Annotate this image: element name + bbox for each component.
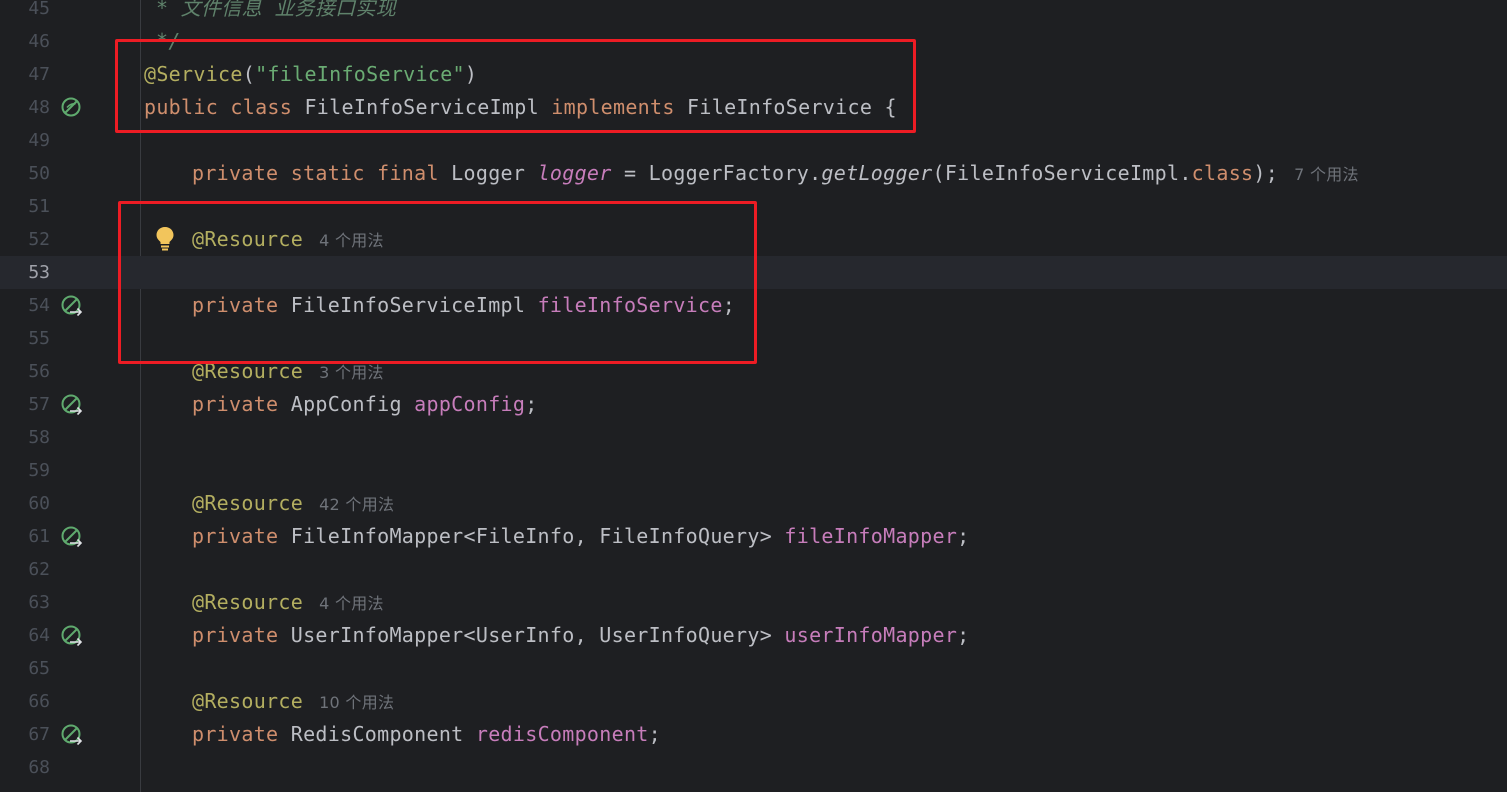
line-number: 54	[28, 295, 50, 316]
resource-annotation: @Resource	[192, 590, 304, 614]
line-number: 52	[28, 229, 50, 250]
code-line[interactable]: 50 private static final Logger logger = …	[0, 157, 1507, 190]
line-number: 53	[28, 262, 50, 283]
code-line[interactable]: 66 @Resource 10 个用法	[0, 685, 1507, 718]
line-number: 46	[28, 31, 50, 52]
line-number: 55	[28, 328, 50, 349]
spring-bean-icon[interactable]	[60, 294, 84, 318]
usage-hint[interactable]: 7 个用法	[1294, 165, 1359, 184]
usage-hint[interactable]: 42 个用法	[319, 495, 394, 514]
field-name: redisComponent	[475, 722, 649, 746]
code-line[interactable]: 65	[0, 652, 1507, 685]
code-line[interactable]: 58	[0, 421, 1507, 454]
code-line[interactable]: 64 private UserInfoMapper<UserInfo, User…	[0, 619, 1507, 652]
line-number: 67	[28, 724, 50, 745]
line-number: 51	[28, 196, 50, 217]
line-number: 57	[28, 394, 50, 415]
spring-bean-icon[interactable]	[60, 393, 84, 417]
code-line[interactable]: 57 private AppConfig appConfig;	[0, 388, 1507, 421]
field-declaration: private RedisComponent redisComponent;	[192, 722, 661, 746]
line-number: 62	[28, 559, 50, 580]
line-number: 58	[28, 427, 50, 448]
code-line[interactable]: 63 @Resource 4 个用法	[0, 586, 1507, 619]
spring-bean-icon[interactable]	[60, 723, 84, 747]
line-number: 59	[28, 460, 50, 481]
line-number: 68	[28, 757, 50, 778]
highlight-box-resource-field	[118, 201, 757, 364]
logger-field: logger	[537, 161, 612, 185]
code-line[interactable]: 60 @Resource 42 个用法	[0, 487, 1507, 520]
line-number: 49	[28, 130, 50, 151]
resource-annotation-line: @Resource 42 个用法	[192, 487, 394, 520]
usage-hint[interactable]: 3 个用法	[319, 363, 384, 382]
line-number: 61	[28, 526, 50, 547]
code-line[interactable]: 62	[0, 553, 1507, 586]
code-editor[interactable]: 45 * 文件信息 业务接口实现 46 */ 47 @Service("file…	[0, 0, 1507, 792]
highlight-box-class-declaration	[115, 39, 916, 133]
logger-declaration: private static final Logger logger = Log…	[192, 161, 1359, 185]
line-number: 66	[28, 691, 50, 712]
line-number: 47	[28, 64, 50, 85]
field-name: fileInfoMapper	[784, 524, 958, 548]
spring-bean-icon[interactable]	[60, 96, 84, 120]
code-line[interactable]: 68	[0, 751, 1507, 784]
line-number: 50	[28, 163, 50, 184]
resource-annotation-line: @Resource 4 个用法	[192, 586, 384, 619]
line-number: 45	[28, 0, 50, 19]
spring-bean-icon[interactable]	[60, 624, 84, 648]
usage-hint[interactable]: 10 个用法	[319, 693, 394, 712]
resource-annotation-line: @Resource 10 个用法	[192, 685, 394, 718]
field-name: appConfig	[414, 392, 526, 416]
code-line[interactable]: 61 private FileInfoMapper<FileInfo, File…	[0, 520, 1507, 553]
line-number: 65	[28, 658, 50, 679]
usage-hint[interactable]: 4 个用法	[319, 594, 384, 613]
resource-annotation: @Resource	[192, 491, 304, 515]
comment-text: * 文件信息 业务接口实现	[156, 0, 397, 20]
line-number: 56	[28, 361, 50, 382]
field-declaration: private FileInfoMapper<FileInfo, FileInf…	[192, 524, 970, 548]
spring-bean-icon[interactable]	[60, 525, 84, 549]
code-line[interactable]: 59	[0, 454, 1507, 487]
field-declaration: private AppConfig appConfig;	[192, 392, 538, 416]
line-number: 60	[28, 493, 50, 514]
resource-annotation: @Resource	[192, 689, 304, 713]
field-name: userInfoMapper	[784, 623, 958, 647]
code-line[interactable]: 67 private RedisComponent redisComponent…	[0, 718, 1507, 751]
field-declaration: private UserInfoMapper<UserInfo, UserInf…	[192, 623, 970, 647]
line-number: 64	[28, 625, 50, 646]
code-line[interactable]: 45 * 文件信息 业务接口实现	[0, 0, 1507, 25]
line-number: 63	[28, 592, 50, 613]
line-number: 48	[28, 97, 50, 118]
